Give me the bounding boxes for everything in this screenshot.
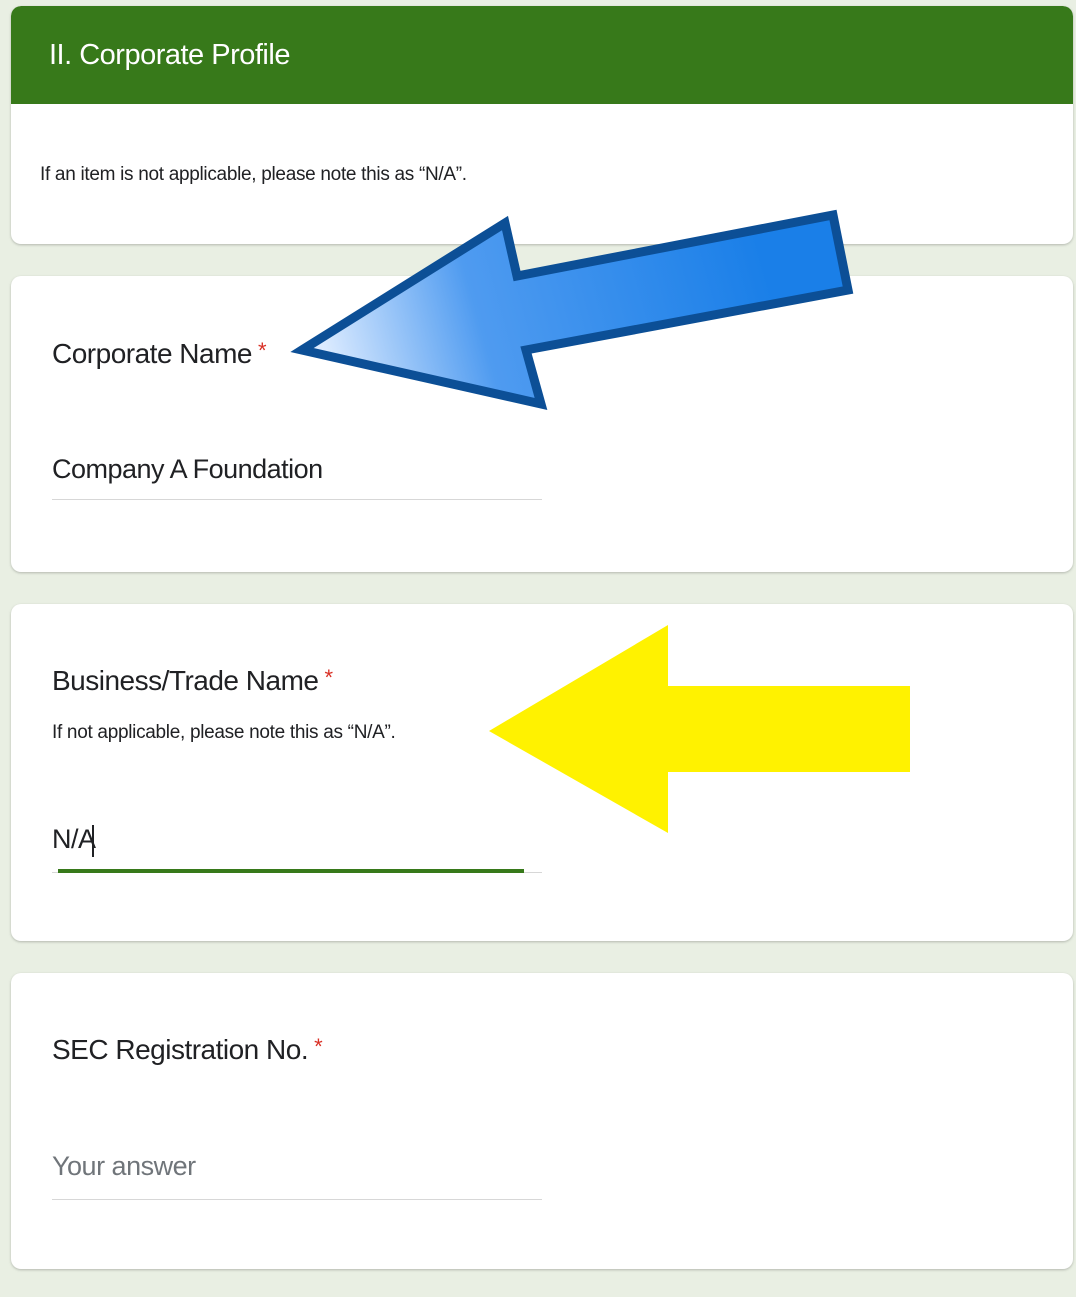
required-asterisk: *	[257, 338, 267, 363]
question-title-text: Corporate Name	[52, 338, 252, 369]
section-header-band: II. Corporate Profile	[11, 6, 1073, 104]
question-card-business-trade-name: Business/Trade Name * If not applicable, …	[11, 604, 1073, 941]
input-underline-active	[58, 869, 524, 873]
section-title: II. Corporate Profile	[49, 38, 290, 71]
sec-registration-input[interactable]	[52, 1151, 542, 1182]
required-asterisk: *	[314, 1034, 323, 1059]
question-title-sec-registration: SEC Registration No. *	[52, 1034, 323, 1066]
question-card-corporate-name: Corporate Name *	[11, 276, 1073, 572]
section-header-card: II. Corporate Profile If an item is not …	[11, 6, 1073, 244]
business-trade-name-input[interactable]	[52, 824, 542, 855]
required-asterisk: *	[324, 665, 333, 690]
question-title-text: Business/Trade Name	[52, 665, 319, 696]
section-description: If an item is not applicable, please not…	[40, 164, 467, 185]
question-title-corporate-name: Corporate Name *	[52, 338, 267, 370]
question-title-text: SEC Registration No.	[52, 1034, 309, 1065]
question-help-text: If not applicable, please note this as “…	[52, 722, 396, 743]
question-title-business-trade-name: Business/Trade Name *	[52, 665, 333, 697]
input-underline	[52, 1199, 542, 1200]
text-cursor	[92, 825, 94, 857]
question-card-sec-registration: SEC Registration No. *	[11, 973, 1073, 1269]
corporate-name-input[interactable]	[52, 454, 542, 485]
input-underline	[52, 499, 542, 500]
